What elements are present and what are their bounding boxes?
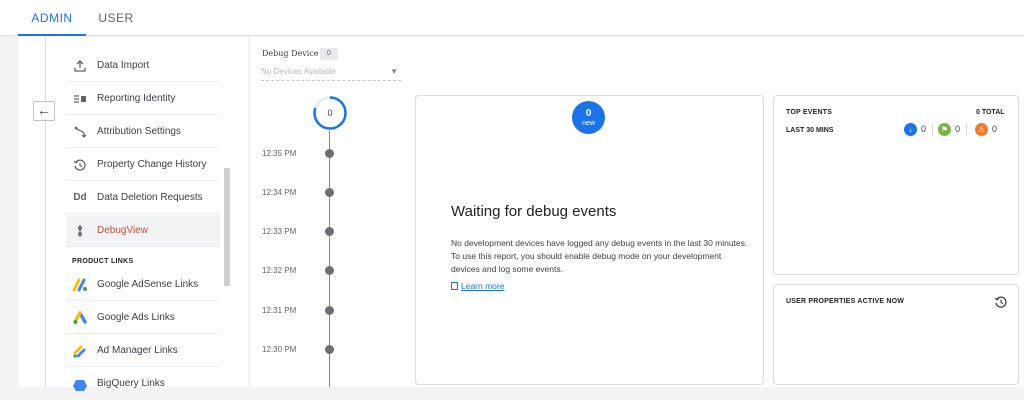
sidebar-item-label: Ad Manager Links xyxy=(97,345,178,356)
sidebar-item-label: BigQuery Links xyxy=(97,378,165,389)
timeline-time: 12:31 PM xyxy=(262,306,297,315)
document-icon xyxy=(451,282,458,290)
upload-icon xyxy=(72,59,88,73)
timeline-dot[interactable] xyxy=(325,266,334,275)
adsense-logo-icon xyxy=(72,278,88,292)
error-count: 0 xyxy=(992,124,998,134)
history-icon[interactable] xyxy=(994,295,1008,309)
reporting-identity-icon xyxy=(72,92,88,106)
product-links-heading: PRODUCT LINKS xyxy=(72,258,134,265)
timeline-dot[interactable] xyxy=(325,188,334,197)
sidebar-item-reporting-identity[interactable]: Reporting Identity xyxy=(66,83,220,115)
debug-icon xyxy=(72,224,88,238)
debug-device-select[interactable]: No Devices Available ▼ xyxy=(261,63,401,81)
top-events-card xyxy=(773,95,1019,275)
attribution-icon xyxy=(72,125,88,139)
sidebar-item-label: Data Import xyxy=(97,60,150,71)
learn-more-link[interactable]: Learn more xyxy=(451,281,504,291)
learn-more-label: Learn more xyxy=(461,281,505,291)
timeline-time: 12:32 PM xyxy=(262,266,297,275)
timeline-dot[interactable] xyxy=(325,345,334,354)
sidebar-divider xyxy=(45,37,46,387)
waiting-title: Waiting for debug events xyxy=(451,203,617,220)
top-events-total: 0 TOTAL xyxy=(976,109,1005,116)
ad-manager-logo-icon xyxy=(72,344,88,358)
timeline-time: 12:35 PM xyxy=(262,149,297,158)
top-events-title: TOP EVENTS xyxy=(786,109,833,116)
event-icon: ↓ xyxy=(904,123,917,136)
timeline-time: 12:33 PM xyxy=(262,227,297,236)
sidebar-item-adsense-links[interactable]: Google AdSense Links xyxy=(66,269,220,301)
divider xyxy=(932,123,933,136)
bigquery-logo-icon xyxy=(72,377,88,391)
sidebar-item-label: Property Change History xyxy=(97,159,207,170)
sidebar-item-label: Reporting Identity xyxy=(97,93,176,104)
history-icon xyxy=(72,158,88,172)
data-deletion-icon: Dd xyxy=(73,192,87,203)
timeline-dot[interactable] xyxy=(325,227,334,236)
sidebar-item-data-deletion-requests[interactable]: Dd Data Deletion Requests xyxy=(66,182,220,214)
timeline-time: 12:34 PM xyxy=(262,188,297,197)
sidebar-item-label: Google Ads Links xyxy=(97,312,175,323)
sidebar-scrollbar[interactable] xyxy=(224,168,230,286)
new-events-label: new xyxy=(582,120,595,127)
back-button[interactable]: ← xyxy=(33,101,55,121)
new-events-badge: 0 new xyxy=(572,101,605,134)
waiting-description: No development devices have logged any d… xyxy=(451,238,748,274)
top-tab-bar: ADMIN USER xyxy=(0,0,1024,36)
sidebar-item-google-ads-links[interactable]: Google Ads Links xyxy=(66,302,220,334)
arrow-left-icon: ← xyxy=(37,102,51,118)
sidebar-item-label: DebugView xyxy=(97,225,148,236)
debug-device-placeholder: No Devices Available xyxy=(261,67,337,76)
conversion-count: 0 xyxy=(955,124,961,134)
sidebar-item-label: Data Deletion Requests xyxy=(97,192,203,203)
sidebar-item-label: Google AdSense Links xyxy=(97,279,199,290)
new-events-count: 0 xyxy=(585,108,592,119)
sidebar-item-debugview[interactable]: DebugView xyxy=(66,215,220,247)
event-count: 0 xyxy=(921,124,927,134)
sidebar-item-data-import[interactable]: Data Import xyxy=(66,50,220,82)
debug-device-label: Debug Device xyxy=(262,49,319,58)
sidebar-item-property-change-history[interactable]: Property Change History xyxy=(66,149,220,181)
divider xyxy=(966,123,967,136)
top-events-range: LAST 30 MINS xyxy=(786,127,834,134)
debug-device-count: 0 xyxy=(320,48,338,60)
chevron-down-icon: ▼ xyxy=(390,67,398,76)
user-properties-title: USER PROPERTIES ACTIVE NOW xyxy=(786,298,905,305)
sidebar-item-attribution-settings[interactable]: Attribution Settings xyxy=(66,116,220,148)
timeline-time: 12:30 PM xyxy=(262,345,297,354)
flag-icon: ⚑ xyxy=(938,123,951,136)
sidebar-item-ad-manager-links[interactable]: Ad Manager Links xyxy=(66,335,220,367)
timeline-dot[interactable] xyxy=(325,306,334,315)
tab-user[interactable]: USER xyxy=(98,0,134,36)
timeline-dot[interactable] xyxy=(325,149,334,158)
google-ads-logo-icon xyxy=(72,311,88,325)
event-counter-value: 0 xyxy=(327,108,333,118)
sidebar-item-bigquery-links[interactable]: BigQuery Links xyxy=(66,368,220,400)
tab-admin[interactable]: ADMIN xyxy=(18,0,86,36)
error-icon: ⚠ xyxy=(975,123,988,136)
sidebar-item-label: Attribution Settings xyxy=(97,126,181,137)
